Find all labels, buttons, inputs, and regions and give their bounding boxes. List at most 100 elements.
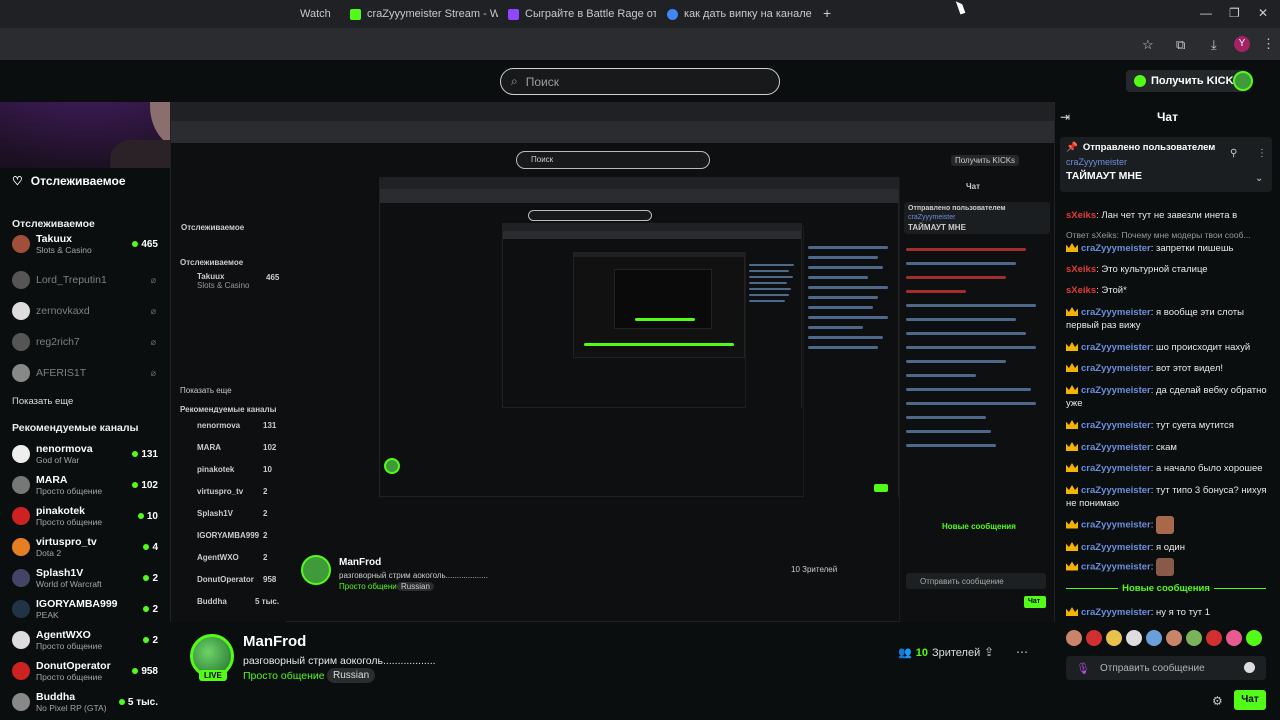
stream-category-link[interactable]: Просто общение xyxy=(243,670,325,682)
language-tag[interactable]: Russian xyxy=(327,668,376,683)
chat-message[interactable]: craZyyymeister: xyxy=(1066,516,1271,534)
emote-icon[interactable] xyxy=(1226,630,1242,646)
microphone-icon[interactable]: 🎙 xyxy=(1076,662,1090,675)
browser-tab[interactable]: Watch xyxy=(300,4,340,24)
chat-username[interactable]: craZyyymeister xyxy=(1081,307,1151,318)
emote-icon[interactable] xyxy=(1066,630,1082,646)
sidebar-item-reg2rich7[interactable]: reg2rich7 ⌀ xyxy=(12,328,162,356)
emote-icon[interactable] xyxy=(1146,630,1162,646)
chat-username[interactable]: craZyyymeister xyxy=(1081,607,1151,618)
chat-message[interactable]: craZyyymeister: шо происходит нахуй xyxy=(1066,341,1271,354)
chat-message[interactable]: craZyyymeister: тут суета мутится xyxy=(1066,419,1271,432)
chat-username[interactable]: craZyyymeister xyxy=(1081,342,1151,353)
emote-icon[interactable] xyxy=(1126,630,1142,646)
browser-menu-icon[interactable]: ⋮ xyxy=(1262,36,1275,52)
chat-username[interactable]: sXeiks xyxy=(1066,210,1096,221)
browser-tab[interactable]: craZyyymeister Stream - Watch✕ xyxy=(350,4,498,24)
sidebar-item-takuux[interactable]: Takuux Slots & Casino 465 xyxy=(12,230,162,258)
chevron-down-icon[interactable]: ⌄ xyxy=(1255,173,1263,184)
close-window-button[interactable]: ✕ xyxy=(1258,6,1268,20)
chat-reply-preview[interactable]: Ответ sXeiks: Почему мне модеры твои соо… xyxy=(1066,229,1271,242)
search-input[interactable]: ⌕ Поиск xyxy=(500,68,780,95)
extensions-icon[interactable]: ⧉ xyxy=(1176,37,1185,53)
profile-avatar[interactable]: Y xyxy=(1234,36,1250,52)
chat-message[interactable]: craZyyymeister: xyxy=(1066,558,1271,576)
maximize-button[interactable]: ❐ xyxy=(1229,6,1240,20)
sidebar-item-splash1v[interactable]: Splash1V World of Warcraft 2 xyxy=(12,564,162,592)
chat-message[interactable]: craZyyymeister: вот этот видел! xyxy=(1066,362,1271,375)
share-icon[interactable]: ⇪ xyxy=(984,645,994,659)
collapse-chat-icon[interactable]: ⇥ xyxy=(1060,110,1070,124)
sidebar-item-igoryamba999[interactable]: IGORYAMBA999 PEAK 2 xyxy=(12,595,162,623)
chat-username[interactable]: craZyyymeister xyxy=(1081,363,1151,374)
mirror-pinned-msg: ТАЙМАУТ МНЕ xyxy=(908,223,966,232)
send-chat-button[interactable]: Чат xyxy=(1234,690,1266,710)
sidebar-item-pinakotek[interactable]: pinakotek Просто общение 10 xyxy=(12,502,162,530)
chat-username[interactable]: craZyyymeister xyxy=(1081,385,1151,396)
minimize-button[interactable]: — xyxy=(1200,6,1212,20)
emote-icon[interactable] xyxy=(1106,630,1122,646)
crown-icon xyxy=(1066,442,1078,451)
sidebar-item-virtuspro-tv[interactable]: virtuspro_tv Dota 2 4 xyxy=(12,533,162,561)
show-more-link[interactable]: Показать еще xyxy=(12,396,73,407)
chat-message[interactable]: craZyyymeister: тут типо 3 бонуса? нихуя… xyxy=(1066,484,1271,510)
chat-message[interactable]: sXeiks: Лан чет тут не завезли инета в xyxy=(1066,209,1271,222)
download-icon[interactable]: ⤓ xyxy=(1211,37,1217,53)
live-dot-icon xyxy=(143,575,150,581)
chat-username[interactable]: sXeiks xyxy=(1066,264,1096,275)
live-dot-icon xyxy=(132,241,139,247)
pin-toggle-icon[interactable]: ⚲ xyxy=(1230,148,1237,159)
chat-username[interactable]: craZyyymeister xyxy=(1081,442,1151,453)
pinned-user[interactable]: craZyyymeister xyxy=(1066,157,1127,167)
chat-message[interactable]: craZyyymeister: скам xyxy=(1066,441,1271,454)
streamer-name[interactable]: ManFrod xyxy=(243,633,306,650)
user-avatar[interactable] xyxy=(1233,71,1253,91)
chat-message[interactable]: sXeiks: Этой* xyxy=(1066,284,1271,297)
stream-video-player[interactable]: Поиск Получить KICKs Отслеживаемое Отсле… xyxy=(170,102,1055,622)
bookmark-star-icon[interactable]: ☆ xyxy=(1142,37,1154,53)
browser-tab[interactable]: как дать випку на канале кик✕ xyxy=(667,4,815,24)
chat-username[interactable]: craZyyymeister xyxy=(1081,542,1151,553)
chat-message[interactable]: craZyyymeister: запретки пишешь xyxy=(1066,242,1271,255)
following-header[interactable]: ♡ Отслеживаемое xyxy=(12,174,126,188)
chat-message[interactable]: craZyyymeister: я вообще эти слоты первы… xyxy=(1066,306,1271,332)
sidebar-item-buddha[interactable]: Buddha No Pixel RP (GTA) 5 тыс. xyxy=(12,688,162,716)
chat-message[interactable]: craZyyymeister: а начало было хорошее xyxy=(1066,462,1271,475)
emote-icon[interactable] xyxy=(1186,630,1202,646)
chat-message[interactable]: sXeiks: Это культурной сталице xyxy=(1066,263,1271,276)
chat-username[interactable]: craZyyymeister xyxy=(1081,485,1151,496)
chat-message[interactable]: craZyyymeister: да сделай вебку обратно … xyxy=(1066,384,1271,410)
more-options-icon[interactable]: ⋯ xyxy=(1016,645,1028,659)
mirror-rec-name: DonutOperator xyxy=(197,575,254,584)
chat-username[interactable]: craZyyymeister xyxy=(1081,243,1151,254)
chat-username[interactable]: sXeiks xyxy=(1066,285,1096,296)
sidebar-item-nenormova[interactable]: nenormova God of War 131 xyxy=(12,440,162,468)
sidebar-item-zernovkaxd[interactable]: zernovkaxd ⌀ xyxy=(12,297,162,325)
emote-icon[interactable] xyxy=(1086,630,1102,646)
avatar xyxy=(12,445,30,463)
sidebar-item-mara[interactable]: MARA Просто общение 102 xyxy=(12,471,162,499)
chat-settings-gear-icon[interactable]: ⚙ xyxy=(1212,694,1223,708)
new-messages-divider[interactable]: Новые сообщения xyxy=(1060,583,1272,594)
chat-username[interactable]: craZyyymeister xyxy=(1081,562,1151,573)
browser-tab[interactable]: Сыграйте в Battle Rage от Tru✕ xyxy=(508,4,656,24)
emote-icon[interactable] xyxy=(1246,630,1262,646)
chat-username[interactable]: craZyyymeister xyxy=(1081,463,1151,474)
get-kicks-button[interactable]: Получить KICKs xyxy=(1126,70,1248,92)
chat-input[interactable]: 🎙 Отправить сообщение xyxy=(1066,656,1266,680)
new-tab-button[interactable]: + xyxy=(823,5,831,21)
channel-name: AFERIS1T xyxy=(36,367,87,379)
chat-username[interactable]: craZyyymeister xyxy=(1081,420,1151,431)
chat-message[interactable]: craZyyymeister: я один xyxy=(1066,541,1271,554)
pinned-menu-icon[interactable]: ⋮ xyxy=(1257,148,1267,159)
sidebar-item-donutoperator[interactable]: DonutOperator Просто общение 958 xyxy=(12,657,162,685)
emote-icon[interactable] xyxy=(1206,630,1222,646)
sidebar-item-lord-treputin1[interactable]: Lord_Treputin1 ⌀ xyxy=(12,266,162,294)
sidebar-item-aferis1t[interactable]: AFERIS1T ⌀ xyxy=(12,359,162,387)
sidebar-item-agentwxo[interactable]: AgentWXO Просто общение 2 xyxy=(12,626,162,654)
emoji-picker-icon[interactable] xyxy=(1244,662,1255,673)
chat-username[interactable]: craZyyymeister xyxy=(1081,520,1151,531)
emote-icon[interactable] xyxy=(1166,630,1182,646)
chat-message[interactable]: craZyyymeister: ну я то тут 1 xyxy=(1066,606,1271,619)
mirror-rec-name: virtuspro_tv xyxy=(197,487,244,496)
